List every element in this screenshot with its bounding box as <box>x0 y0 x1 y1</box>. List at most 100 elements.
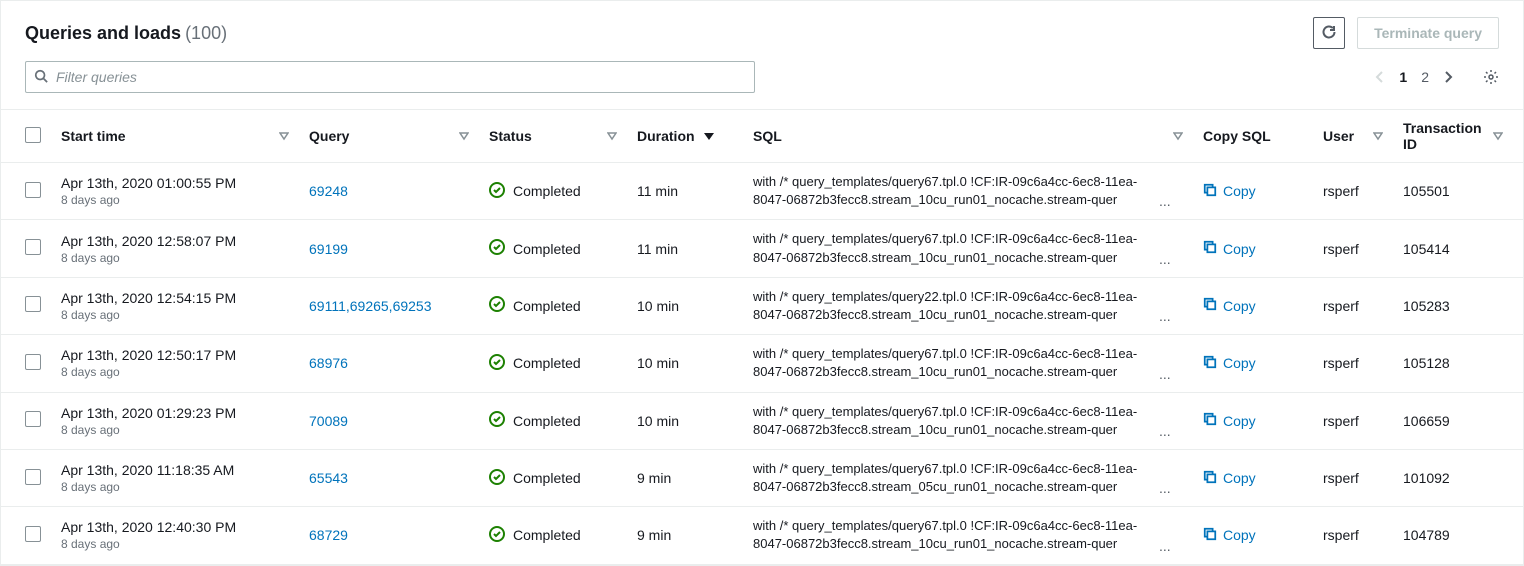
row-checkbox[interactable] <box>25 411 41 427</box>
status-text: Completed <box>513 470 581 486</box>
status-text: Completed <box>513 527 581 543</box>
copy-icon <box>1203 412 1217 429</box>
status-text: Completed <box>513 183 581 199</box>
title-group: Queries and loads (100) <box>25 23 227 44</box>
page-next[interactable] <box>1443 70 1453 84</box>
row-checkbox[interactable] <box>25 354 41 370</box>
duration-value: 9 min <box>637 527 671 543</box>
copy-icon <box>1203 183 1217 200</box>
filter-input[interactable] <box>56 69 746 85</box>
page-prev[interactable] <box>1375 70 1385 84</box>
filter-icon[interactable] <box>459 131 469 141</box>
copy-sql-button[interactable]: Copy <box>1203 527 1256 544</box>
query-link[interactable]: 69248 <box>309 183 348 199</box>
filter-icon[interactable] <box>1373 131 1383 141</box>
check-circle-icon <box>489 469 505 488</box>
start-time-value: Apr 13th, 2020 01:00:55 PM <box>61 175 289 191</box>
copy-sql-button[interactable]: Copy <box>1203 470 1256 487</box>
start-time-ago: 8 days ago <box>61 193 289 207</box>
filter-icon[interactable] <box>1173 131 1183 141</box>
copy-label: Copy <box>1223 413 1256 429</box>
copy-label: Copy <box>1223 355 1256 371</box>
copy-label: Copy <box>1223 241 1256 257</box>
panel-header: Queries and loads (100) Terminate query <box>1 1 1523 57</box>
sql-preview: with /* query_templates/query67.tpl.0 !C… <box>753 403 1153 439</box>
page-2[interactable]: 2 <box>1421 69 1429 85</box>
refresh-button[interactable] <box>1313 17 1345 49</box>
row-checkbox[interactable] <box>25 526 41 542</box>
start-time-ago: 8 days ago <box>61 537 289 551</box>
start-time-ago: 8 days ago <box>61 308 289 322</box>
query-link[interactable]: 69111,69265,69253 <box>309 298 432 314</box>
terminate-query-button[interactable]: Terminate query <box>1357 17 1499 49</box>
copy-icon <box>1203 470 1217 487</box>
row-checkbox[interactable] <box>25 469 41 485</box>
status-text: Completed <box>513 355 581 371</box>
col-status[interactable]: Status <box>489 128 532 144</box>
query-link[interactable]: 68976 <box>309 355 348 371</box>
sql-preview: with /* query_templates/query67.tpl.0 !C… <box>753 230 1153 266</box>
row-checkbox[interactable] <box>25 182 41 198</box>
page-1[interactable]: 1 <box>1399 69 1407 85</box>
col-sql[interactable]: SQL <box>753 128 782 144</box>
sql-preview: with /* query_templates/query67.tpl.0 !C… <box>753 345 1153 381</box>
col-start-time[interactable]: Start time <box>61 128 126 144</box>
select-all-checkbox[interactable] <box>25 127 41 143</box>
query-link[interactable]: 70089 <box>309 413 348 429</box>
check-circle-icon <box>489 354 505 373</box>
user-value: rsperf <box>1323 413 1359 429</box>
sql-ellipsis: ... <box>1159 423 1171 439</box>
table-row: Apr 13th, 2020 12:54:15 PM 8 days ago 6911… <box>1 277 1523 334</box>
panel-title: Queries and loads <box>25 23 181 44</box>
col-query[interactable]: Query <box>309 128 349 144</box>
copy-sql-button[interactable]: Copy <box>1203 240 1256 257</box>
copy-label: Copy <box>1223 298 1256 314</box>
duration-value: 10 min <box>637 355 679 371</box>
copy-label: Copy <box>1223 183 1256 199</box>
query-link[interactable]: 68729 <box>309 527 348 543</box>
transaction-id-value: 105283 <box>1403 298 1450 314</box>
sql-preview: with /* query_templates/query22.tpl.0 !C… <box>753 288 1153 324</box>
col-duration[interactable]: Duration <box>637 128 695 144</box>
sql-ellipsis: ... <box>1159 538 1171 554</box>
copy-label: Copy <box>1223 470 1256 486</box>
filter-icon[interactable] <box>607 131 617 141</box>
sql-preview: with /* query_templates/query67.tpl.0 !C… <box>753 517 1153 553</box>
filter-icon[interactable] <box>1493 131 1503 141</box>
sql-ellipsis: ... <box>1159 366 1171 382</box>
row-checkbox[interactable] <box>25 239 41 255</box>
sql-ellipsis: ... <box>1159 193 1171 209</box>
start-time-ago: 8 days ago <box>61 251 289 265</box>
col-transaction-id[interactable]: Transaction ID <box>1403 120 1489 152</box>
settings-button[interactable] <box>1483 69 1499 85</box>
table-row: Apr 13th, 2020 01:29:23 PM8 days ago7008… <box>1 392 1523 449</box>
refresh-icon <box>1321 24 1337 43</box>
col-user[interactable]: User <box>1323 128 1354 144</box>
filter-search[interactable] <box>25 61 755 93</box>
user-value: rsperf <box>1323 241 1359 257</box>
status-text: Completed <box>513 413 581 429</box>
query-link[interactable]: 65543 <box>309 470 348 486</box>
transaction-id-value: 105501 <box>1403 183 1450 199</box>
duration-value: 11 min <box>637 241 678 257</box>
pagination: 1 2 <box>1375 69 1499 85</box>
start-time-value: Apr 13th, 2020 12:54:15 PM <box>61 290 289 306</box>
sql-preview: with /* query_templates/query67.tpl.0 !C… <box>753 460 1153 496</box>
start-time-value: Apr 13th, 2020 01:29:23 PM <box>61 405 289 421</box>
user-value: rsperf <box>1323 470 1359 486</box>
check-circle-icon <box>489 239 505 258</box>
copy-sql-button[interactable]: Copy <box>1203 297 1256 314</box>
header-actions: Terminate query <box>1313 17 1499 49</box>
copy-sql-button[interactable]: Copy <box>1203 412 1256 429</box>
filter-icon[interactable] <box>279 131 289 141</box>
sort-desc-icon[interactable] <box>703 131 715 141</box>
copy-icon <box>1203 240 1217 257</box>
copy-sql-button[interactable]: Copy <box>1203 183 1256 200</box>
status-text: Completed <box>513 298 581 314</box>
query-link[interactable]: 69199 <box>309 241 348 257</box>
copy-sql-button[interactable]: Copy <box>1203 355 1256 372</box>
table-row: Apr 13th, 2020 12:40:30 PM8 days ago6872… <box>1 507 1523 564</box>
row-checkbox[interactable] <box>25 296 41 312</box>
start-time-ago: 8 days ago <box>61 480 289 494</box>
queries-panel: Queries and loads (100) Terminate query <box>0 0 1524 566</box>
